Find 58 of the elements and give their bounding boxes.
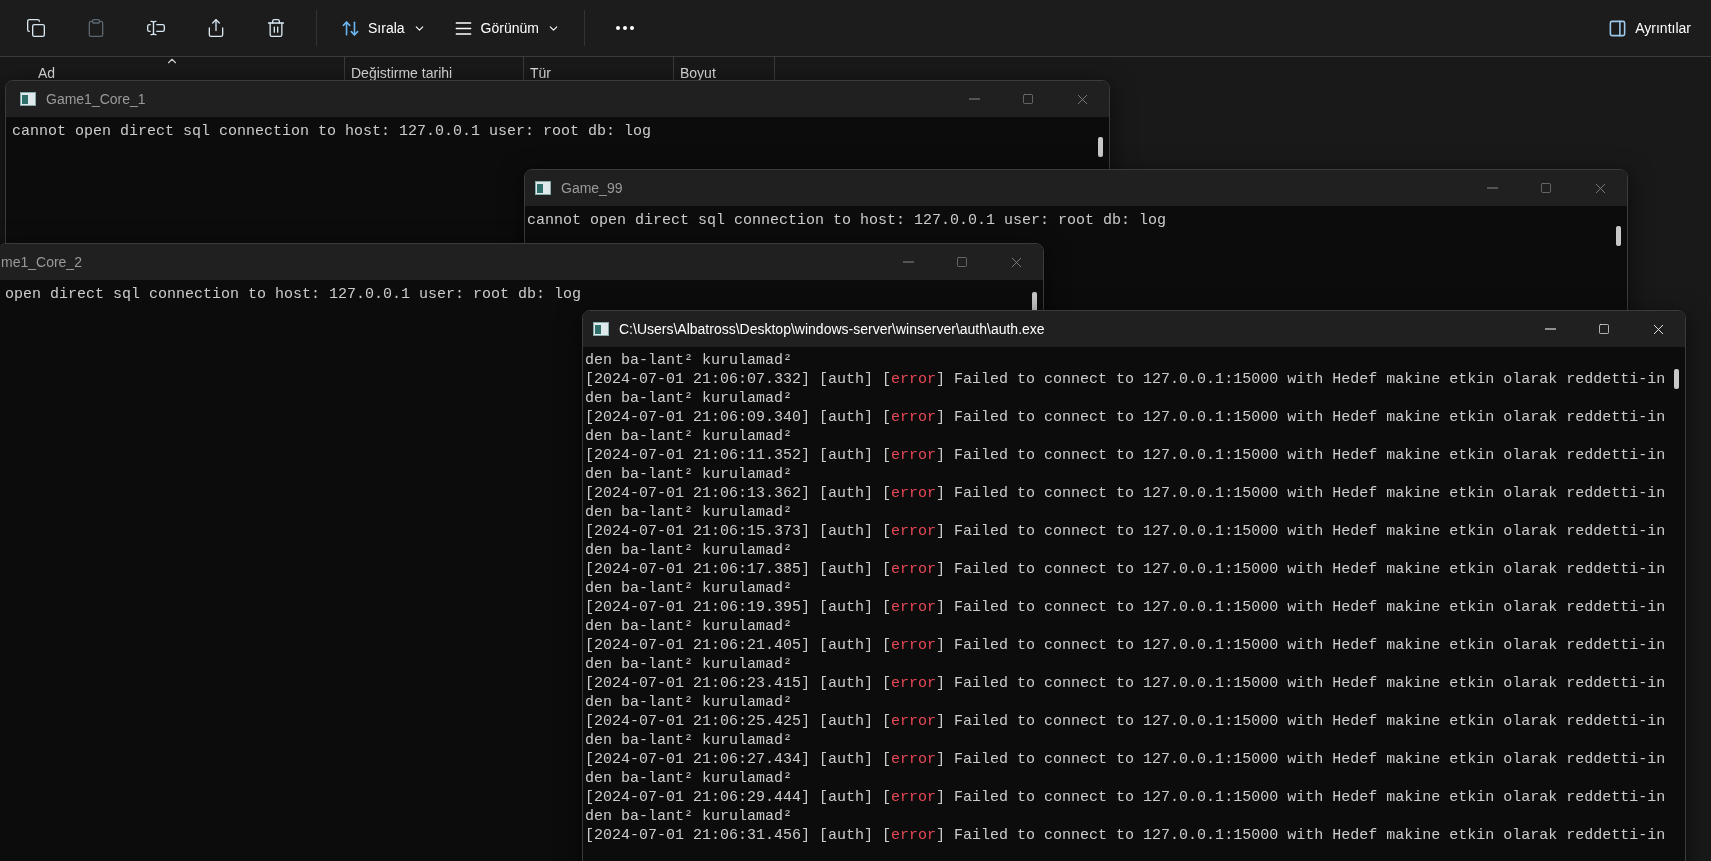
view-button[interactable]: Görünüm bbox=[441, 8, 572, 48]
details-button[interactable]: Ayrıntılar bbox=[1596, 8, 1703, 48]
console-icon bbox=[593, 322, 609, 336]
console-line: den ba-lant² kurulamad² bbox=[585, 807, 793, 826]
window-title: Game1_Core_1 bbox=[46, 91, 147, 107]
scrollbar-thumb[interactable] bbox=[1098, 137, 1103, 157]
console-line: [2024-07-01 21:06:27.434] [auth] [error] Failed to connect to 127.0.0.1:15000 with Hedef makine etkin olarak reddetti-in bbox=[585, 750, 1666, 769]
console-line: [2024-07-01 21:06:29.444] [auth] [error] Failed to connect to 127.0.0.1:15000 with Hedef makine etkin olarak reddetti-in bbox=[585, 788, 1666, 807]
console-line: den ba-lant² kurulamad² bbox=[585, 579, 793, 598]
minimize-icon bbox=[968, 98, 980, 100]
console-line: den ba-lant² kurulamad² bbox=[585, 731, 793, 750]
console-line: den ba-lant² kurulamad² bbox=[585, 769, 793, 788]
maximize-icon bbox=[1022, 93, 1034, 105]
more-icon bbox=[615, 26, 634, 30]
console-line: den ba-lant² kurulamad² bbox=[585, 617, 793, 636]
console-line: [2024-07-01 21:06:21.405] [auth] [error] Failed to connect to 127.0.0.1:15000 with Hedef makine etkin olarak reddetti-in bbox=[585, 636, 1666, 655]
console-line: den ba-lant² kurulamad² bbox=[585, 541, 793, 560]
minimize-icon bbox=[902, 261, 914, 263]
clipboard-icon bbox=[86, 18, 106, 38]
console-line: [2024-07-01 21:06:17.385] [auth] [error] Failed to connect to 127.0.0.1:15000 with Hedef makine etkin olarak reddetti-in bbox=[585, 560, 1666, 579]
console-line: [2024-07-01 21:06:09.340] [auth] [error] Failed to connect to 127.0.0.1:15000 with Hedef makine etkin olarak reddetti-in bbox=[585, 408, 1666, 427]
window-title: Game_99 bbox=[561, 180, 624, 196]
console-line: [2024-07-01 21:06:31.456] [auth] [error] Failed to connect to 127.0.0.1:15000 with Hedef makine etkin olarak reddetti-in bbox=[585, 826, 1666, 845]
console-line: [2024-07-01 21:06:11.352] [auth] [error] Failed to connect to 127.0.0.1:15000 with Hedef makine etkin olarak reddetti-in bbox=[585, 446, 1666, 465]
minimize-icon bbox=[1486, 187, 1498, 189]
trash-icon bbox=[266, 18, 286, 38]
window-title: me1_Core_2 bbox=[1, 254, 83, 270]
scrollbar-thumb[interactable] bbox=[1616, 226, 1621, 246]
maximize-icon bbox=[1540, 182, 1552, 194]
window-title: C:\Users\Albatross\Desktop\windows-server\winserver\auth\auth.exe bbox=[619, 321, 1046, 337]
share-icon bbox=[206, 18, 226, 38]
console-line: den ba-lant² kurulamad² bbox=[585, 427, 793, 446]
console-line: open direct sql connection to host: 127.0.0.1 user: root db: log bbox=[5, 285, 582, 305]
console-line: [2024-07-01 21:06:15.373] [auth] [error] Failed to connect to 127.0.0.1:15000 with Hedef makine etkin olarak reddetti-in bbox=[585, 522, 1666, 541]
console-icon bbox=[535, 181, 551, 195]
console-line: den ba-lant² kurulamad² bbox=[585, 655, 793, 674]
console-line: den ba-lant² kurulamad² bbox=[585, 389, 793, 408]
console-line: [2024-07-01 21:06:19.395] [auth] [error] Failed to connect to 127.0.0.1:15000 with Hedef makine etkin olarak reddetti-in bbox=[585, 598, 1666, 617]
console-line: den ba-lant² kurulamad² bbox=[585, 465, 793, 484]
sort-button[interactable]: Sırala bbox=[329, 8, 438, 48]
console-line: den ba-lant² kurulamad² bbox=[585, 351, 793, 370]
console-line: cannot open direct sql connection to host: 127.0.0.1 user: root db: log bbox=[12, 122, 652, 142]
console-line: [2024-07-01 21:06:07.332] [auth] [error] Failed to connect to 127.0.0.1:15000 with Hedef makine etkin olarak reddetti-in bbox=[585, 370, 1666, 389]
copy-icon bbox=[26, 18, 46, 38]
console-line: [2024-07-01 21:06:23.415] [auth] [error] Failed to connect to 127.0.0.1:15000 with Hedef makine etkin olarak reddetti-in bbox=[585, 674, 1666, 693]
console-line: den ba-lant² kurulamad² bbox=[585, 693, 793, 712]
console-line: den ba-lant² kurulamad² bbox=[585, 503, 793, 522]
details-pane-icon bbox=[1608, 18, 1628, 38]
console-line: cannot open direct sql connection to host: 127.0.0.1 user: root db: log bbox=[527, 211, 1167, 231]
sort-icon bbox=[341, 18, 360, 38]
console-icon bbox=[20, 92, 36, 106]
console-line: [2024-07-01 21:06:13.362] [auth] [error] Failed to connect to 127.0.0.1:15000 with Hedef makine etkin olarak reddetti-in bbox=[585, 484, 1666, 503]
minimize-icon bbox=[1544, 328, 1556, 330]
maximize-icon bbox=[1598, 323, 1610, 335]
console-line: [2024-07-01 21:06:25.425] [auth] [error] Failed to connect to 127.0.0.1:15000 with Hedef makine etkin olarak reddetti-in bbox=[585, 712, 1666, 731]
scrollbar-thumb[interactable] bbox=[1674, 369, 1679, 389]
maximize-icon bbox=[956, 256, 968, 268]
rename-icon bbox=[146, 18, 166, 38]
